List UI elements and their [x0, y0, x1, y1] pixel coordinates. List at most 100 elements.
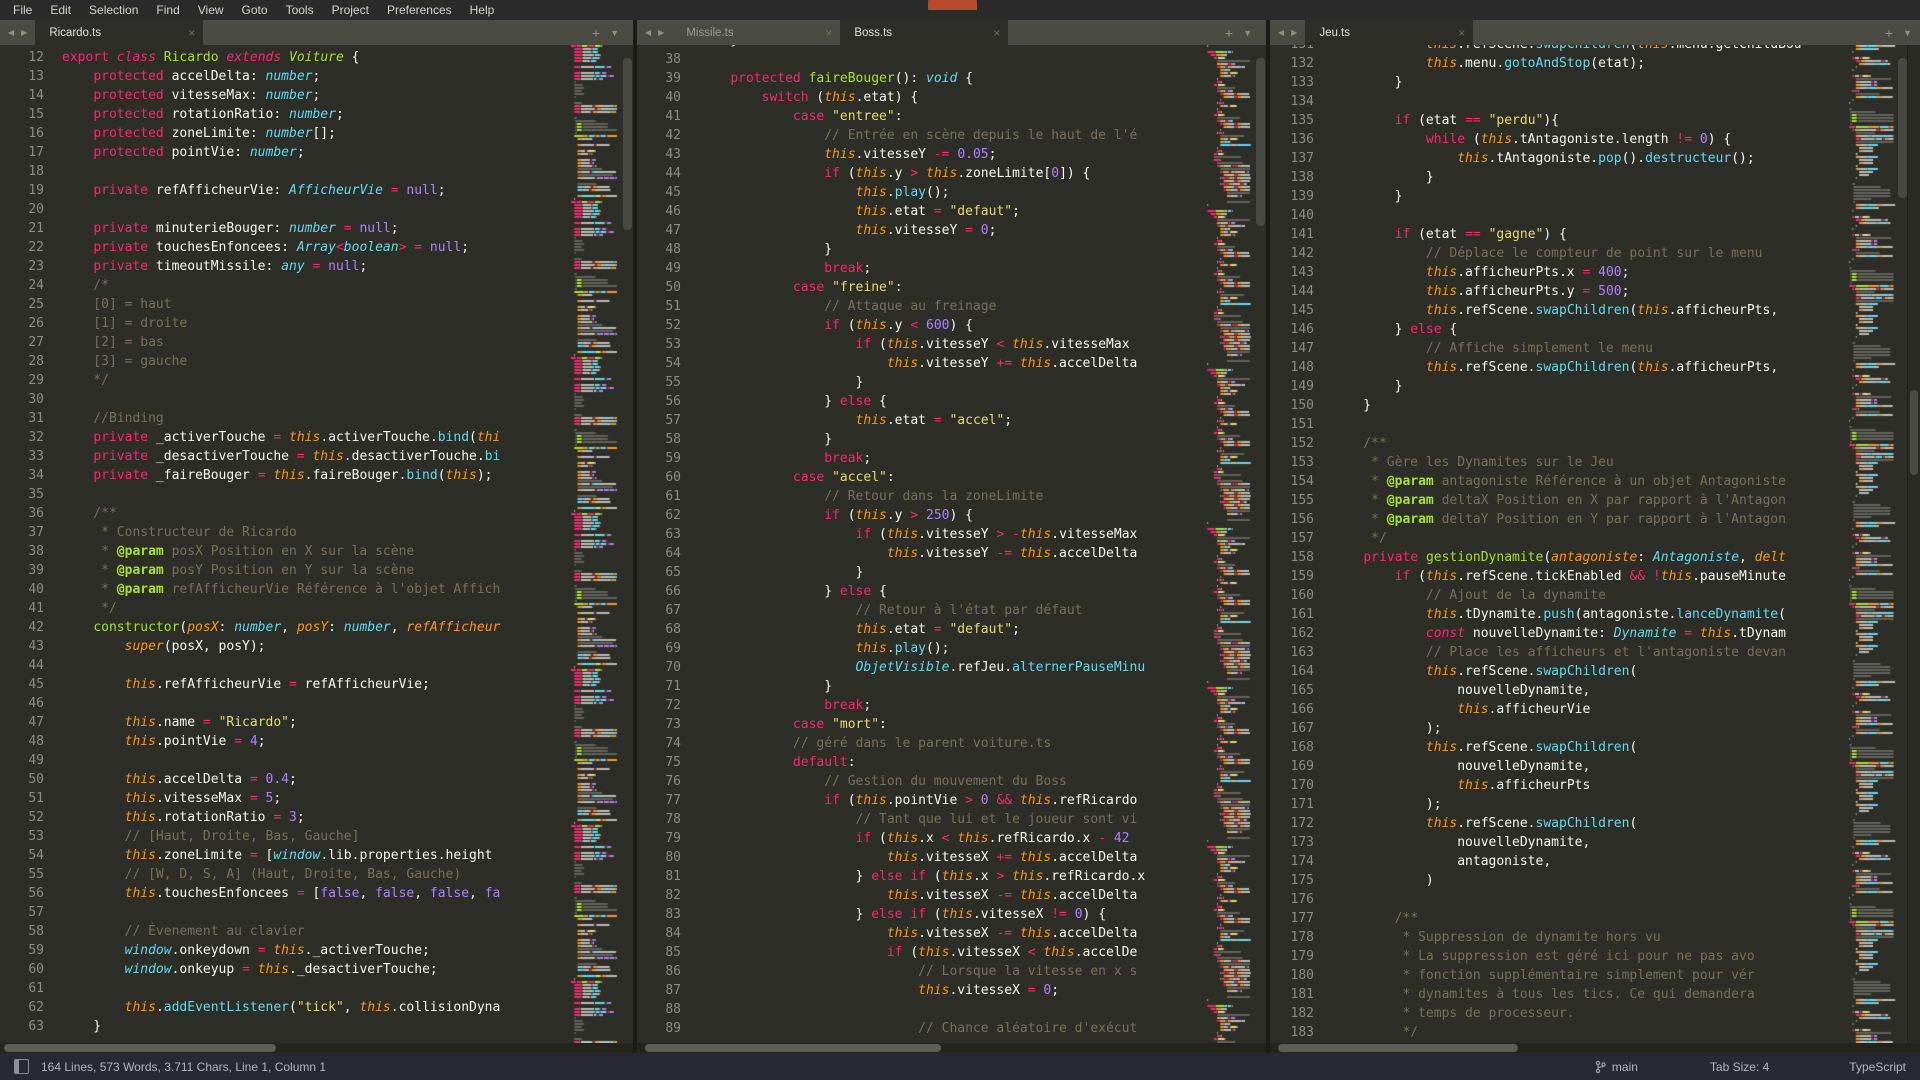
code-line[interactable]: 154 * @param antagoniste Référence à un …	[1270, 472, 1844, 491]
code-line[interactable]: 152 /**	[1270, 434, 1844, 453]
git-branch-indicator[interactable]: main	[1595, 1060, 1638, 1074]
code-line[interactable]: 52 this.rotationRatio = 3;	[0, 808, 569, 827]
code-line[interactable]: 61	[0, 979, 569, 998]
status-tab-size[interactable]: Tab Size: 4	[1710, 1060, 1769, 1074]
code-line[interactable]: 79 if (this.x < this.refRicardo.x - 42	[637, 829, 1202, 848]
pane-3-minimap-scrollbar[interactable]	[1898, 58, 1907, 198]
pane-2-minimap[interactable]	[1202, 45, 1266, 1043]
code-line[interactable]: 39 protected faireBouger(): void {	[637, 69, 1202, 88]
window-vscrollbar[interactable]	[1907, 45, 1920, 1043]
code-line[interactable]: 64 this.vitesseY -= this.accelDelta	[637, 544, 1202, 563]
pane-2-hscrollbar[interactable]	[637, 1043, 1266, 1053]
code-line[interactable]: 47 this.name = "Ricardo";	[0, 713, 569, 732]
code-line[interactable]: 43 super(posX, posY);	[0, 637, 569, 656]
code-line[interactable]: 25 [0] = haut	[0, 295, 569, 314]
code-line[interactable]: 86 // Lorsque la vitesse en x s	[637, 962, 1202, 981]
code-line[interactable]: 134	[1270, 92, 1844, 111]
tab-close-icon[interactable]: ×	[993, 27, 1000, 39]
code-line[interactable]: 172 this.refScene.swapChildren(	[1270, 814, 1844, 833]
code-line[interactable]: 60 case "accel":	[637, 468, 1202, 487]
code-line[interactable]: 45 this.refAfficheurVie = refAfficheurVi…	[0, 675, 569, 694]
code-line[interactable]: 38	[637, 50, 1202, 69]
code-line[interactable]: 137 this.tAntagoniste.pop().destructeur(…	[1270, 149, 1844, 168]
menu-item-edit[interactable]: Edit	[41, 3, 80, 17]
code-line[interactable]: 157 */	[1270, 529, 1844, 548]
code-line[interactable]: 41 */	[0, 599, 569, 618]
code-line[interactable]: 53 if (this.vitesseY < this.vitesseMax	[637, 335, 1202, 354]
code-line[interactable]: 29 */	[0, 371, 569, 390]
menu-item-preferences[interactable]: Preferences	[378, 3, 461, 17]
code-line[interactable]: 22 private touchesEnfoncees: Array<boole…	[0, 238, 569, 257]
code-line[interactable]: 19 private refAfficheurVie: AfficheurVie…	[0, 181, 569, 200]
menu-item-goto[interactable]: Goto	[233, 3, 277, 17]
code-line[interactable]: 44 if (this.y > this.zoneLimite[0]) {	[637, 164, 1202, 183]
code-line[interactable]: 48 }	[637, 240, 1202, 259]
code-line[interactable]: 74 // géré dans le parent voiture.ts	[637, 734, 1202, 753]
code-line[interactable]: 167 );	[1270, 719, 1844, 738]
code-line[interactable]: 56 } else {	[637, 392, 1202, 411]
code-line[interactable]: 174 antagoniste,	[1270, 852, 1844, 871]
new-tab-icon[interactable]: +	[1885, 25, 1893, 41]
tab-scroll-left-icon[interactable]: ◀	[1278, 28, 1284, 37]
tab-scroll-right-icon[interactable]: ▶	[1291, 28, 1297, 37]
code-line[interactable]: 38 * @param posX Position en X sur la sc…	[0, 542, 569, 561]
code-line[interactable]: 37 * Constructeur de Ricardo	[0, 523, 569, 542]
code-line[interactable]: 135 if (etat == "perdu"){	[1270, 111, 1844, 130]
code-line[interactable]: 161 this.tDynamite.push(antagoniste.lanc…	[1270, 605, 1844, 624]
code-line[interactable]: 146 } else {	[1270, 320, 1844, 339]
code-line[interactable]: 31 //Binding	[0, 409, 569, 428]
code-line[interactable]: 24 /*	[0, 276, 569, 295]
code-line[interactable]: 47 this.vitesseY = 0;	[637, 221, 1202, 240]
code-line[interactable]: 70 ObjetVisible.refJeu.alternerPauseMinu	[637, 658, 1202, 677]
code-line[interactable]: 39 * @param posY Position en Y sur la sc…	[0, 561, 569, 580]
sidebar-toggle-icon[interactable]	[14, 1059, 29, 1074]
pane-1-minimap-scrollbar[interactable]	[623, 58, 632, 230]
pane-3-content[interactable]: 131 this.refScene.swapChildren(this.menu…	[1270, 45, 1920, 1043]
code-line[interactable]: 87 this.vitesseX = 0;	[637, 981, 1202, 1000]
code-line[interactable]: 16 protected zoneLimite: number[];	[0, 124, 569, 143]
code-line[interactable]: 17 protected pointVie: number;	[0, 143, 569, 162]
code-line[interactable]: 89 // Chance aléatoire d'exécut	[637, 1019, 1202, 1038]
code-line[interactable]: 33 private _desactiverTouche = this.desa…	[0, 447, 569, 466]
code-line[interactable]: 57 this.etat = "accel";	[637, 411, 1202, 430]
code-line[interactable]: 160 // Ajout de la dynamite	[1270, 586, 1844, 605]
code-line[interactable]: 59 window.onkeydown = this._activerTouch…	[0, 941, 569, 960]
code-line[interactable]: 78 // Tant que lui et le joueur sont vi	[637, 810, 1202, 829]
code-line[interactable]: 49	[0, 751, 569, 770]
code-line[interactable]: 183 */	[1270, 1023, 1844, 1042]
pane-3-editor[interactable]: 131 this.refScene.swapChildren(this.menu…	[1270, 45, 1844, 1043]
code-line[interactable]: 69 this.play();	[637, 639, 1202, 658]
code-line[interactable]: 59 break;	[637, 449, 1202, 468]
code-line[interactable]: 54 this.zoneLimite = [window.lib.propert…	[0, 846, 569, 865]
code-line[interactable]: 81 } else if (this.x > this.refRicardo.x	[637, 867, 1202, 886]
code-line[interactable]: 46	[0, 694, 569, 713]
code-line[interactable]: 54 this.vitesseY += this.accelDelta	[637, 354, 1202, 373]
code-line[interactable]: 55 }	[637, 373, 1202, 392]
code-line[interactable]: 13 protected accelDelta: number;	[0, 67, 569, 86]
code-line[interactable]: 177 /**	[1270, 909, 1844, 928]
code-line[interactable]: 42 // Entrée en scène depuis le haut de …	[637, 126, 1202, 145]
code-line[interactable]: 56 this.touchesEnfoncees = [false, false…	[0, 884, 569, 903]
menu-item-project[interactable]: Project	[323, 3, 378, 17]
code-line[interactable]: 182 * temps de processeur.	[1270, 1004, 1844, 1023]
status-syntax[interactable]: TypeScript	[1849, 1060, 1906, 1074]
code-line[interactable]: 32 private _activerTouche = this.activer…	[0, 428, 569, 447]
code-line[interactable]: 75 default:	[637, 753, 1202, 772]
code-line[interactable]: 80 this.vitesseX += this.accelDelta	[637, 848, 1202, 867]
code-line[interactable]: 67 // Retour à l'état par défaut	[637, 601, 1202, 620]
code-line[interactable]: 155 * @param deltaX Position en X par ra…	[1270, 491, 1844, 510]
code-line[interactable]: 163 // Place les afficheurs et l'antagon…	[1270, 643, 1844, 662]
code-line[interactable]: 55 // [W, D, S, A] (Haut, Droite, Bas, G…	[0, 865, 569, 884]
pane-1-hscrollbar[interactable]	[0, 1043, 633, 1053]
code-line[interactable]: 40 * @param refAfficheurVie Référence à …	[0, 580, 569, 599]
code-line[interactable]: 72 break;	[637, 696, 1202, 715]
code-line[interactable]: 42 constructor(posX: number, posY: numbe…	[0, 618, 569, 637]
menu-item-find[interactable]: Find	[147, 3, 188, 17]
tab-list-chevron-icon[interactable]: ▼	[1903, 28, 1912, 38]
code-line[interactable]: 151	[1270, 415, 1844, 434]
code-line[interactable]: 144 this.afficheurPts.y = 500;	[1270, 282, 1844, 301]
code-line[interactable]: 68 this.etat = "defaut";	[637, 620, 1202, 639]
code-line[interactable]: 61 // Retour dans la zoneLimite	[637, 487, 1202, 506]
tab-list-chevron-icon[interactable]: ▼	[610, 28, 619, 38]
code-line[interactable]: 71 }	[637, 677, 1202, 696]
